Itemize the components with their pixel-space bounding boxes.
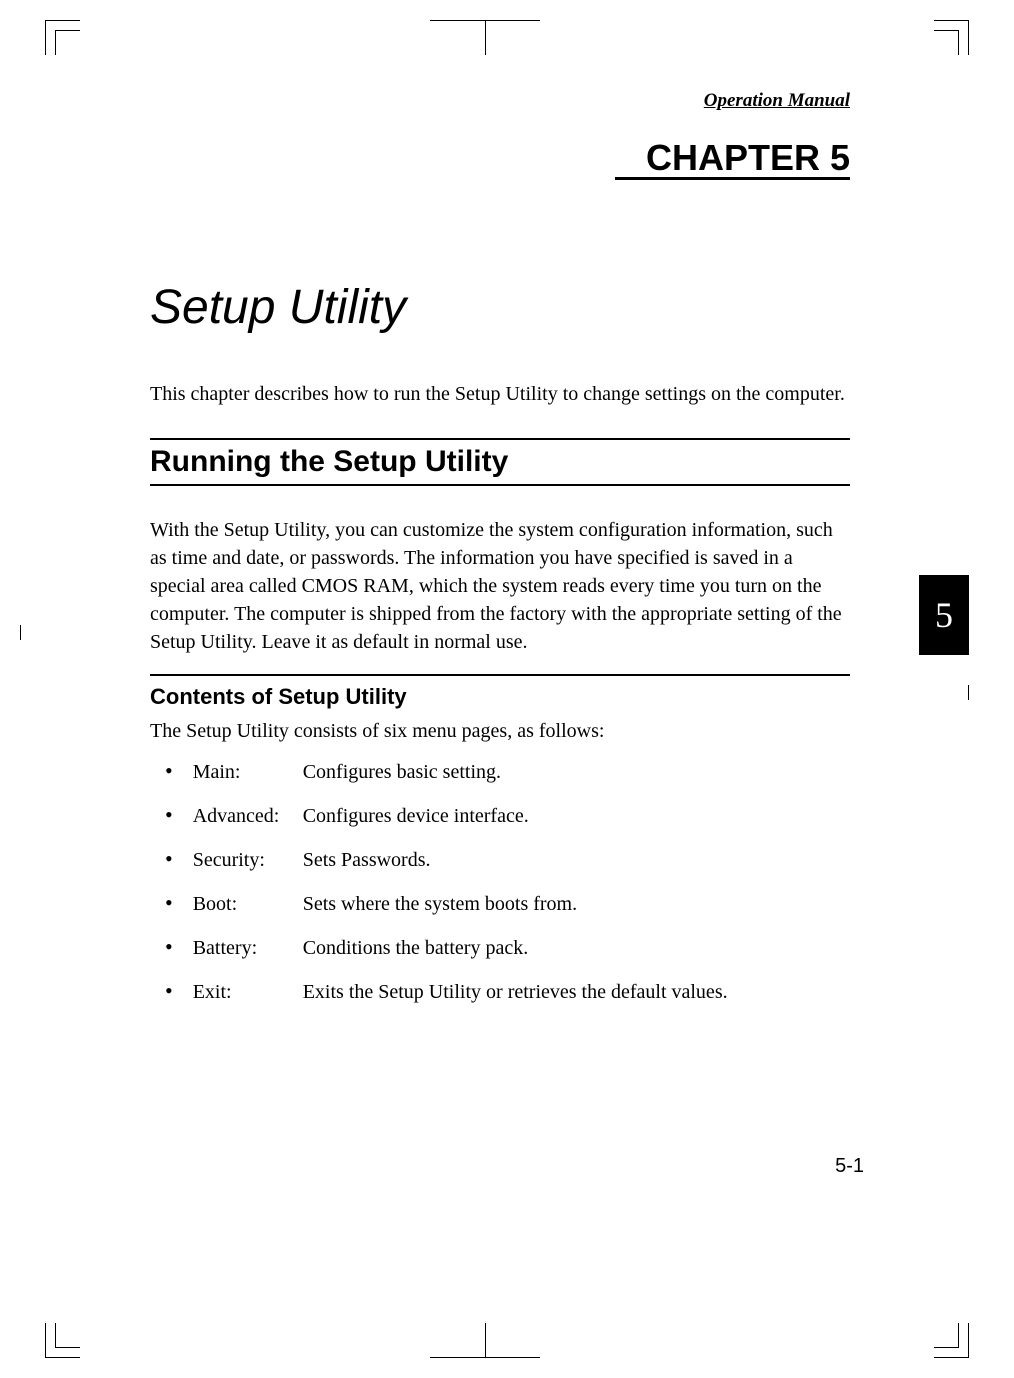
list-item-description: Sets where the system boots from.	[303, 893, 577, 916]
list-item-description: Configures basic setting.	[303, 761, 501, 784]
list-item: Security: Sets Passwords.	[150, 846, 850, 872]
crop-mark-bottom-center	[430, 1323, 540, 1358]
side-tick-mark	[20, 625, 21, 640]
document-header: Operation Manual	[150, 90, 850, 112]
list-item-label: Exit:	[193, 981, 303, 1004]
crop-mark-bottom-right	[934, 1323, 969, 1358]
list-item-label: Main:	[193, 761, 303, 784]
list-item-label: Battery:	[193, 937, 303, 960]
list-item: Boot: Sets where the system boots from.	[150, 890, 850, 916]
list-item-description: Configures device interface.	[303, 805, 529, 828]
list-item-label: Security:	[193, 849, 303, 872]
crop-mark-bottom-left	[45, 1323, 80, 1358]
crop-mark-top-right	[934, 20, 969, 55]
list-item-description: Conditions the battery pack.	[303, 937, 529, 960]
chapter-tab-tick	[968, 685, 969, 700]
section-heading-wrapper: Running the Setup Utility	[150, 438, 850, 486]
page-content: Operation Manual CHAPTER 5 Setup Utility…	[150, 90, 850, 1022]
subsection-heading: Contents of Setup Utility	[150, 684, 850, 710]
subsection-wrapper: Contents of Setup Utility	[150, 674, 850, 710]
chapter-heading: CHAPTER 5	[150, 137, 850, 179]
page-number: 5-1	[835, 1155, 864, 1178]
list-item-label: Advanced:	[193, 805, 303, 828]
list-item-label: Boot:	[193, 893, 303, 916]
crop-mark-top-left	[45, 20, 80, 55]
list-item: Battery: Conditions the battery pack.	[150, 934, 850, 960]
section-heading: Running the Setup Utility	[150, 445, 850, 479]
list-item: Exit: Exits the Setup Utility or retriev…	[150, 978, 850, 1004]
list-item-description: Exits the Setup Utility or retrieves the…	[303, 981, 728, 1004]
list-intro: The Setup Utility consists of six menu p…	[150, 720, 850, 743]
page-title: Setup Utility	[150, 280, 850, 335]
list-item: Advanced: Configures device interface.	[150, 802, 850, 828]
list-item-description: Sets Passwords.	[303, 849, 431, 872]
chapter-tab-number: 5	[935, 594, 953, 636]
menu-list: Main: Configures basic setting. Advanced…	[150, 758, 850, 1004]
intro-text: This chapter describes how to run the Se…	[150, 380, 850, 408]
list-item: Main: Configures basic setting.	[150, 758, 850, 784]
crop-mark-top-center	[430, 20, 540, 55]
body-text: With the Setup Utility, you can customiz…	[150, 516, 850, 656]
chapter-tab: 5	[919, 575, 969, 655]
